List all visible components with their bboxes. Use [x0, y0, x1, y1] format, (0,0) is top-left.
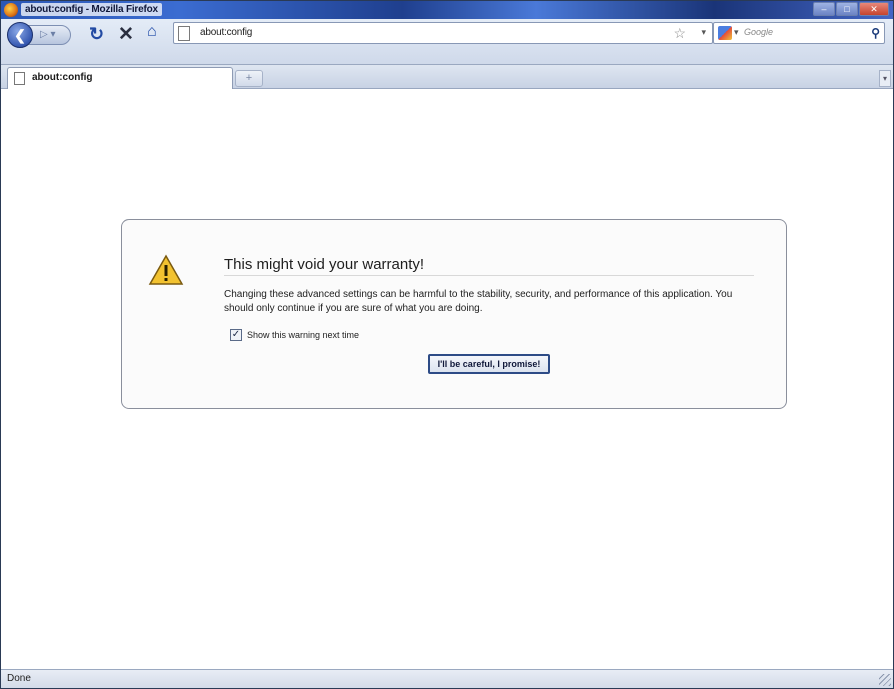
- search-engine-dropdown-icon[interactable]: ▾: [734, 27, 739, 38]
- ill-be-careful-button[interactable]: I'll be careful, I promise!: [428, 354, 550, 374]
- tab-strip: about:config + ▾: [1, 65, 893, 89]
- search-go-icon[interactable]: ⚲: [871, 26, 880, 40]
- reload-button[interactable]: ↻: [89, 24, 104, 45]
- status-bar: Done: [1, 669, 893, 688]
- warning-triangle-icon: [148, 254, 184, 285]
- tab-page-icon: [14, 72, 25, 85]
- tab-about-config[interactable]: about:config: [7, 67, 233, 89]
- back-forward-group: ▷ ▾ ❮: [7, 22, 71, 48]
- bookmark-star-icon[interactable]: ☆: [673, 25, 686, 42]
- search-bar[interactable]: ▾ Google ⚲: [713, 22, 885, 44]
- warning-divider: [224, 275, 754, 276]
- resize-grip[interactable]: [879, 674, 891, 686]
- search-placeholder[interactable]: Google: [744, 27, 773, 37]
- stop-button[interactable]: ✕: [118, 23, 134, 46]
- close-window-button[interactable]: ✕: [859, 2, 889, 16]
- back-button[interactable]: ❮: [7, 22, 33, 48]
- home-button[interactable]: ⌂: [147, 23, 157, 41]
- minimize-button[interactable]: –: [813, 2, 835, 16]
- navigation-toolbar: ▷ ▾ ❮ ↻ ✕ ⌂ about:config ☆ ▾ ▾ Google ⚲: [1, 19, 893, 65]
- url-bar[interactable]: about:config ☆ ▾: [173, 22, 713, 44]
- warning-dialog: This might void your warranty! Changing …: [121, 219, 787, 409]
- url-text[interactable]: about:config: [200, 27, 252, 38]
- firefox-logo-icon: [4, 3, 18, 17]
- show-warning-checkbox-label[interactable]: Show this warning next time: [247, 330, 359, 340]
- title-bar: about:config - Mozilla Firefox – □ ✕: [1, 1, 893, 19]
- window-title: about:config - Mozilla Firefox: [21, 3, 162, 16]
- page-content: This might void your warranty! Changing …: [1, 89, 893, 669]
- tab-list-button[interactable]: ▾: [879, 70, 891, 87]
- page-icon: [178, 26, 190, 41]
- show-warning-checkbox[interactable]: ✓: [230, 329, 242, 341]
- search-engine-icon[interactable]: [718, 26, 732, 40]
- url-history-dropdown-icon[interactable]: ▾: [701, 27, 706, 38]
- warning-title: This might void your warranty!: [224, 256, 425, 273]
- new-tab-button[interactable]: +: [235, 70, 263, 87]
- warning-body: Changing these advanced settings can be …: [224, 289, 733, 314]
- status-text: Done: [7, 673, 31, 684]
- maximize-button[interactable]: □: [836, 2, 858, 16]
- forward-button[interactable]: ▷ ▾: [27, 25, 71, 45]
- tab-label: about:config: [32, 72, 93, 83]
- window-controls: – □ ✕: [813, 2, 889, 16]
- browser-window: about:config - Mozilla Firefox – □ ✕ ▷ ▾…: [0, 0, 894, 689]
